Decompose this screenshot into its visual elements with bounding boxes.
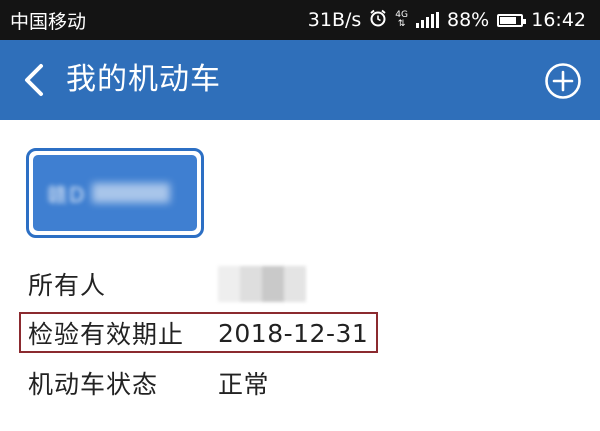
- license-plate: 赣D: [33, 155, 197, 231]
- page-title: 我的机动车: [66, 62, 221, 97]
- owner-row: 所有人: [28, 264, 588, 304]
- network-type: 4G ⇅: [395, 11, 408, 29]
- license-plate-text: 赣D: [47, 182, 87, 207]
- signal-icon: [416, 12, 439, 28]
- license-plate-card[interactable]: 赣D: [26, 148, 204, 238]
- plus-circle-icon: [545, 63, 581, 99]
- carrier-name: 中国移动: [10, 10, 87, 33]
- status-bar: 中国移动 31B/s 4G ⇅ 88% 16:42: [0, 0, 600, 40]
- battery-percent: 88%: [447, 9, 490, 31]
- chevron-left-icon: [25, 64, 43, 96]
- battery-icon: [497, 13, 527, 27]
- status-right: 31B/s 4G ⇅ 88% 16:42: [308, 9, 586, 32]
- network-activity-icon: ⇅: [397, 19, 406, 29]
- vehicle-status-value: 正常: [218, 370, 270, 399]
- back-button[interactable]: [14, 60, 54, 100]
- vehicle-status-row: 机动车状态 正常: [28, 363, 588, 403]
- owner-redaction: [218, 266, 306, 302]
- status-left: 中国移动: [10, 7, 86, 34]
- inspection-highlight-box: [19, 312, 378, 353]
- net-speed: 31B/s: [307, 9, 362, 31]
- plate-redaction: [92, 183, 171, 203]
- owner-label: 所有人: [28, 271, 107, 300]
- vehicle-detail: 赣D 所有人 检验有效期止 2018-12-31 机动车状态 正常: [0, 120, 600, 431]
- add-vehicle-button[interactable]: [544, 62, 582, 100]
- clock-time: 16:42: [531, 9, 586, 31]
- alarm-clock-icon: [369, 9, 387, 32]
- app-bar: 我的机动车: [0, 40, 600, 120]
- vehicle-status-label: 机动车状态: [28, 370, 159, 399]
- battery-fill: [500, 16, 517, 24]
